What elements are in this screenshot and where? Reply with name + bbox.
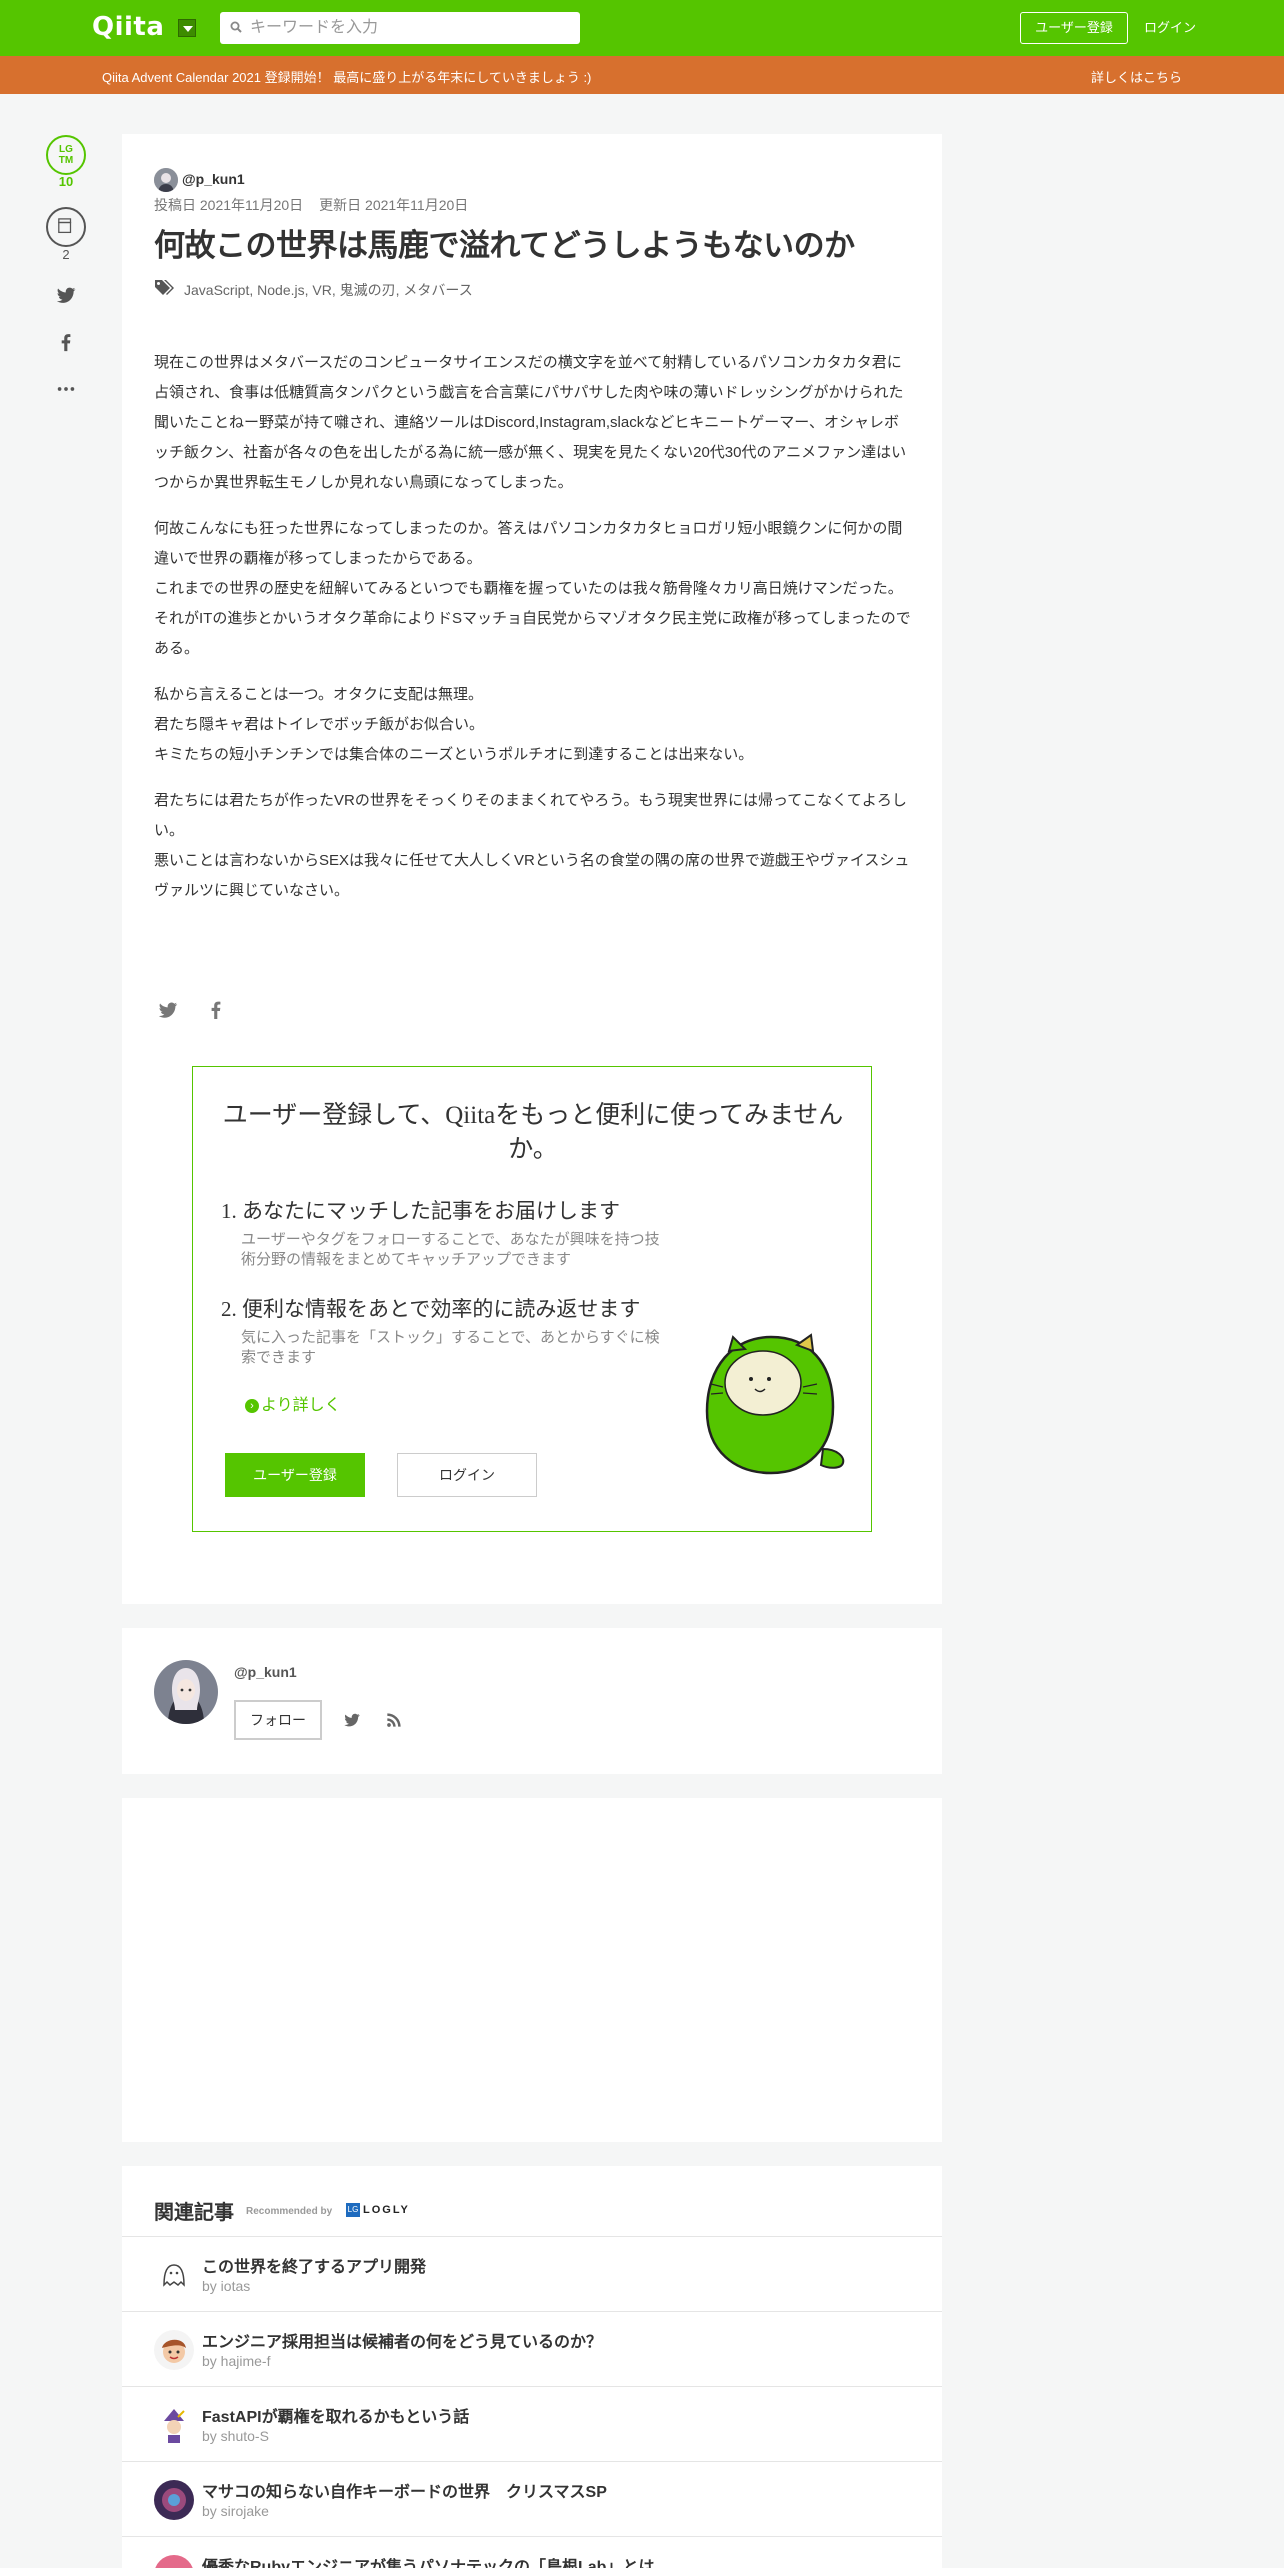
lgtm-label: LG TM — [58, 144, 74, 166]
signup-register-button[interactable]: ユーザー登録 — [225, 1453, 365, 1497]
related-avatar — [154, 2330, 194, 2370]
stock-count: 2 — [62, 247, 70, 262]
related-item-author: by hajime-f — [202, 2353, 271, 2369]
benefit-heading: 1. あなたにマッチした記事をお届けします — [221, 1199, 620, 1223]
related-title: 関連記事 — [154, 2202, 234, 2224]
related-item[interactable]: 優秀なRubyエンジニアが集うパソナテックの「島根Lab」とは — [122, 2536, 942, 2568]
updated-date: 更新日 2021年11月20日 — [319, 197, 469, 213]
author-name[interactable]: @p_kun1 — [182, 171, 245, 187]
related-item-author: by sirojake — [202, 2503, 269, 2519]
rss-feed-icon[interactable] — [384, 1710, 404, 1730]
facebook-share-icon[interactable] — [55, 331, 77, 353]
article-body: 現在この世界はメタバースだのコンピュータサイエンスだの横文字を並べて射精している… — [154, 348, 912, 922]
signup-benefit-2: 2. 便利な情報をあとで効率的に読み返せます 気に入った記事を「ストック」するこ… — [221, 1293, 681, 1368]
learn-more-link[interactable]: › より詳しく — [245, 1391, 341, 1415]
article-paragraph: 何故こんなにも狂った世界になってしまったのか。答えはパソコンカタカタヒョロガリ短… — [154, 520, 911, 657]
related-item-title: FastAPIが覇権を取れるかもという話 — [202, 2409, 470, 2426]
article-paragraph: 私から言えることは一つ。オタクに支配は無理。 君たち隠キャ君はトイレでボッチ飯が… — [154, 686, 754, 763]
header-login-link[interactable]: ログイン — [1144, 12, 1196, 44]
logly-text: LOGLY — [363, 2204, 410, 2216]
article-paragraph: 現在この世界はメタバースだのコンピュータサイエンスだの横文字を並べて射精している… — [154, 354, 907, 491]
learn-more-label: より詳しく — [261, 1397, 341, 1414]
lgtm-button[interactable]: LG TM — [46, 135, 86, 175]
logly-logo[interactable]: LG LOGLY — [346, 2203, 410, 2217]
related-item-title: エンジニア採用担当は候補者の何をどう見ているのか？ — [202, 2334, 603, 2351]
service-menu-dropdown[interactable] — [178, 19, 196, 37]
article-paragraph: 君たちには君たちが作ったVRの世界をそっくりそのままくれてやろう。もう現実世界に… — [154, 792, 910, 899]
related-item-title: この世界を終了するアプリ開発 — [202, 2259, 427, 2276]
author-profile-card: @p_kun1 フォロー — [122, 1628, 942, 1774]
signup-title: ユーザー登録して、Qiitaをもっと便利に使ってみませんか。 — [222, 1102, 844, 1163]
related-item-author: by iotas — [202, 2278, 251, 2294]
related-item[interactable]: FastAPIが覇権を取れるかもという話 by shuto-S — [122, 2386, 942, 2461]
article-title: 何故この世界は馬鹿で溢れてどうしようもないのか — [154, 228, 855, 264]
qiita-logo[interactable]: Qiita — [92, 12, 164, 42]
related-item[interactable]: この世界を終了するアプリ開発 by iotas — [122, 2236, 942, 2311]
posted-date: 投稿日 2021年11月20日 — [154, 197, 304, 213]
twitter-share-icon[interactable] — [55, 284, 77, 306]
announcement-banner: Qiita Advent Calendar 2021 登録開始！ 最高に盛り上が… — [0, 56, 1284, 94]
signup-promo-box: ユーザー登録して、Qiitaをもっと便利に使ってみませんか。 1. あなたにマッ… — [192, 1066, 872, 1532]
facebook-share-icon[interactable] — [204, 998, 228, 1022]
more-options-icon[interactable] — [55, 378, 77, 400]
related-item[interactable]: エンジニア採用担当は候補者の何をどう見ているのか？ by hajime-f — [122, 2311, 942, 2386]
signup-login-button[interactable]: ログイン — [397, 1453, 537, 1497]
related-articles: 関連記事 Recommended by LG LOGLY この世界を終了するアプリ… — [122, 2166, 942, 2568]
search-icon — [230, 21, 242, 33]
author-profile-name[interactable]: @p_kun1 — [234, 1664, 297, 1680]
logly-mark-icon: LG — [346, 2203, 360, 2217]
banner-text: Qiita Advent Calendar 2021 登録開始！ 最高に盛り上が… — [102, 70, 592, 85]
qiita-mascot-illustration — [705, 1333, 845, 1475]
follow-button[interactable]: フォロー — [234, 1700, 322, 1740]
stock-button[interactable] — [46, 207, 86, 247]
benefit-description: 気に入った記事を「ストック」することで、あとからすぐに検索できます — [241, 1329, 660, 1366]
related-avatar — [154, 2480, 194, 2520]
signup-benefit-1: 1. あなたにマッチした記事をお届けします ユーザーやタグをフォローすることで、… — [221, 1195, 681, 1270]
related-avatar — [154, 2555, 194, 2568]
twitter-profile-icon[interactable] — [342, 1710, 362, 1730]
related-item-title: 優秀なRubyエンジニアが集うパソナテックの「島根Lab」とは — [202, 2559, 655, 2568]
lgtm-count: 10 — [58, 174, 74, 189]
tag-links[interactable]: JavaScript, Node.js, VR, 鬼滅の刃, メタバース — [184, 280, 473, 300]
tags-icon — [155, 280, 174, 295]
related-item-title: マサコの知らない自作キーボードの世界 クリスマスSP — [202, 2484, 607, 2501]
global-header: Qiita ユーザー登録 ログイン — [0, 0, 1284, 56]
related-item-author: by shuto-S — [202, 2428, 269, 2444]
stock-folder-icon — [58, 218, 72, 234]
related-avatar — [154, 2255, 194, 2295]
article-card: @p_kun1 投稿日 2021年11月20日 更新日 2021年11月20日 何… — [122, 134, 942, 1604]
author-avatar[interactable] — [154, 168, 178, 192]
header-register-button[interactable]: ユーザー登録 — [1020, 12, 1128, 44]
search-box[interactable] — [220, 12, 580, 44]
arrow-circle-icon: › — [245, 1399, 259, 1413]
benefit-description: ユーザーやタグをフォローすることで、あなたが興味を持つ技術分野の情報をまとめてキ… — [241, 1231, 660, 1268]
related-avatar — [154, 2405, 194, 2445]
search-input[interactable] — [250, 12, 570, 44]
related-item[interactable]: マサコの知らない自作キーボードの世界 クリスマスSP by sirojake — [122, 2461, 942, 2536]
benefit-heading: 2. 便利な情報をあとで効率的に読み返せます — [221, 1297, 641, 1321]
advertisement-slot — [122, 1798, 942, 2142]
recommended-by-label: Recommended by — [246, 2206, 333, 2217]
banner-details-link[interactable]: 詳しくはこちら — [1091, 67, 1182, 86]
article-dates: 投稿日 2021年11月20日 更新日 2021年11月20日 — [154, 195, 468, 215]
twitter-share-icon[interactable] — [156, 998, 180, 1022]
author-profile-avatar[interactable] — [154, 1660, 218, 1724]
